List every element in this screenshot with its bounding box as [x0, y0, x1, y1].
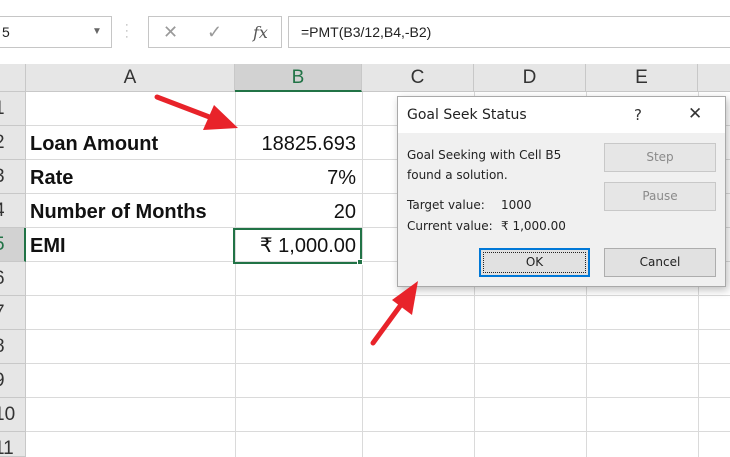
fill-handle[interactable]	[357, 259, 363, 265]
row-header-2[interactable]: 2	[0, 126, 26, 160]
target-value-label: Target value:	[407, 198, 485, 212]
row-header-4[interactable]: 4	[0, 194, 26, 228]
active-cell-border	[233, 228, 362, 264]
status-message: Goal Seeking with Cell B5 found a soluti…	[407, 145, 561, 185]
row-header-5[interactable]: 5	[0, 228, 26, 262]
row-header-1[interactable]: 1	[0, 92, 26, 126]
cell-a4[interactable]: Number of Months	[30, 195, 234, 229]
row-header-3[interactable]: 3	[0, 160, 26, 194]
row-header-8[interactable]: 8	[0, 330, 26, 364]
column-header-c[interactable]: C	[362, 64, 474, 92]
name-box-value: 5	[2, 24, 10, 40]
select-all-corner[interactable]	[0, 64, 26, 92]
gridline	[362, 92, 363, 457]
current-value: ₹ 1,000.00	[501, 219, 566, 233]
column-header-a[interactable]: A	[26, 64, 235, 92]
cell-b3[interactable]: 7%	[235, 161, 356, 195]
formula-buttons: ✕ ✓ fx	[148, 16, 282, 48]
formula-bar: 5 ▼ · · · ✕ ✓ fx =PMT(B3/12,B4,-B2)	[0, 0, 730, 64]
gridline	[26, 397, 730, 398]
close-icon[interactable]: ✕	[688, 104, 702, 124]
column-header-b[interactable]: B	[235, 64, 362, 92]
name-box[interactable]: 5 ▼	[0, 16, 112, 48]
formula-text: =PMT(B3/12,B4,-B2)	[301, 24, 432, 40]
help-icon[interactable]: ?	[634, 106, 642, 124]
column-header-f[interactable]	[698, 64, 730, 92]
dialog-title-bar[interactable]: Goal Seek Status ? ✕	[398, 97, 725, 133]
gridline	[26, 363, 730, 364]
arrow-to-dialog	[370, 281, 418, 346]
gridline	[26, 431, 730, 432]
formula-input[interactable]: =PMT(B3/12,B4,-B2)	[288, 16, 730, 48]
row-header-10[interactable]: 10	[0, 398, 26, 432]
step-button[interactable]: Step	[604, 143, 716, 172]
row-header-9[interactable]: 9	[0, 364, 26, 398]
goal-seek-status-dialog: Goal Seek Status ? ✕ Goal Seeking with C…	[397, 96, 726, 287]
status-message-line2: found a solution.	[407, 168, 508, 182]
column-header-e[interactable]: E	[586, 64, 698, 92]
cancel-button[interactable]: Cancel	[604, 248, 716, 277]
target-value: 1000	[501, 198, 532, 212]
resize-handle-icon[interactable]: · · ·	[125, 20, 129, 43]
cancel-icon[interactable]: ✕	[163, 22, 178, 43]
column-header-d[interactable]: D	[474, 64, 586, 92]
gridline	[26, 329, 730, 330]
current-value-label: Current value:	[407, 219, 493, 233]
ok-button[interactable]: OK	[479, 248, 590, 277]
row-header-11[interactable]: 11	[0, 432, 26, 457]
enter-icon[interactable]: ✓	[207, 22, 222, 43]
cell-b2[interactable]: 18825.693	[235, 127, 356, 161]
cell-a3[interactable]: Rate	[30, 161, 73, 195]
focus-rect	[483, 252, 586, 273]
row-header-6[interactable]: 6	[0, 262, 26, 296]
cell-a2[interactable]: Loan Amount	[30, 127, 158, 161]
dialog-title: Goal Seek Status	[407, 107, 527, 123]
chevron-down-icon[interactable]: ▼	[92, 26, 102, 37]
gridline	[26, 295, 730, 296]
row-header-7[interactable]: 7	[0, 296, 26, 330]
cell-a5[interactable]: EMI	[30, 229, 66, 263]
pause-button[interactable]: Pause	[604, 182, 716, 211]
status-message-line1: Goal Seeking with Cell B5	[407, 148, 562, 162]
cell-b4[interactable]: 20	[235, 195, 356, 229]
insert-function-icon[interactable]: fx	[253, 23, 268, 42]
